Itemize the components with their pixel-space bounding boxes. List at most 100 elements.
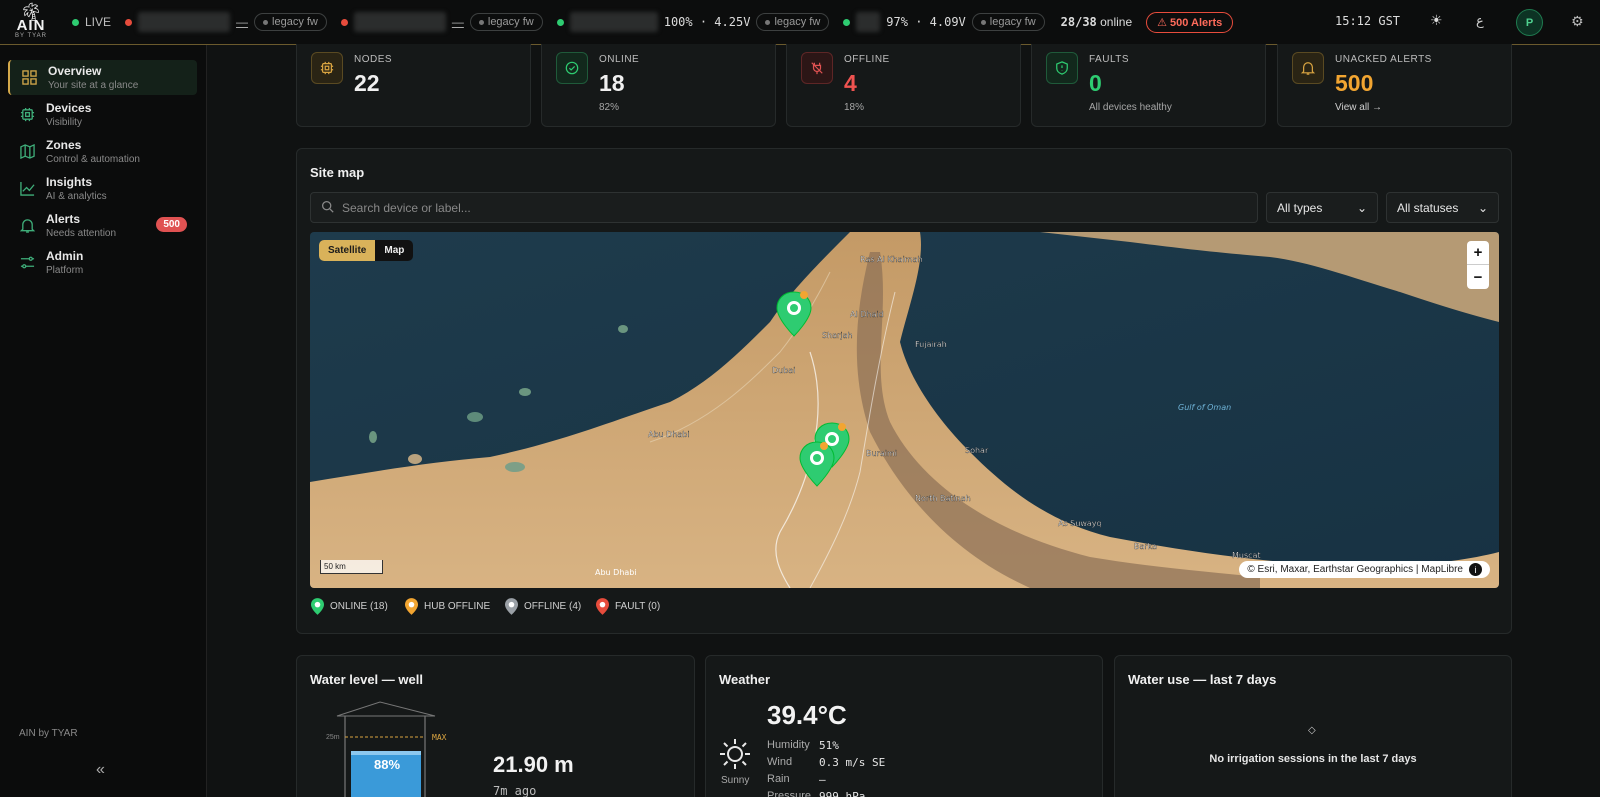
- search-placeholder: Search device or label...: [342, 200, 471, 215]
- stat-value: 4: [844, 70, 857, 96]
- theme-toggle-sun-icon[interactable]: ☀: [1430, 12, 1443, 29]
- sidebar-item-admin[interactable]: Admin Platform: [8, 245, 197, 280]
- wind-value: 0.3 m/s SE: [819, 756, 886, 769]
- legend-label: HUB OFFLINE: [424, 601, 491, 612]
- online-count: 28/38 online: [1061, 15, 1133, 29]
- legend-label: FAULT (0): [615, 601, 661, 612]
- water-use-title: Water use — last 7 days: [1128, 672, 1277, 687]
- legend-online: ONLINE (18): [311, 598, 388, 615]
- stat-title: FAULTS: [1089, 54, 1130, 65]
- water-level-updated: 7m ago: [493, 784, 537, 797]
- nav-label: Overview: [48, 63, 102, 78]
- status-filter-value: All statuses: [1397, 200, 1459, 215]
- map-place-label: North Batinah: [915, 494, 971, 503]
- wind-label: Wind: [767, 756, 793, 768]
- search-input[interactable]: Search device or label...: [310, 192, 1258, 223]
- sidebar-item-zones[interactable]: Zones Control & automation: [8, 134, 197, 169]
- stat-title: UNACKED ALERTS: [1335, 54, 1432, 65]
- humidity-value: 51%: [819, 739, 839, 752]
- language-toggle[interactable]: ع: [1476, 13, 1484, 29]
- view-all-alerts-link[interactable]: View all →: [1335, 102, 1382, 113]
- app-logo[interactable]: 🌴︎ AIN BY TYAR: [0, 0, 62, 45]
- clock: 15:12 GST: [1335, 14, 1401, 28]
- map-place-label: Muscat: [1232, 551, 1261, 560]
- status-dot-icon: [556, 18, 564, 26]
- humidity-label: Humidity: [767, 739, 810, 751]
- chart-icon: [8, 181, 46, 196]
- stat-card-unacked-alerts[interactable]: UNACKED ALERTS 500 View all →: [1277, 44, 1512, 127]
- map-place-label: As Suwayq: [1058, 519, 1102, 528]
- stat-card-offline[interactable]: OFFLINE 4 18%: [786, 44, 1021, 127]
- logo-subtitle: BY TYAR: [14, 33, 47, 39]
- type-filter-select[interactable]: All types ⌄: [1266, 192, 1378, 223]
- nav-sublabel: Visibility: [46, 116, 82, 128]
- stat-card-online[interactable]: ONLINE 18 82%: [541, 44, 776, 127]
- sidebar-item-devices[interactable]: Devices Visibility: [8, 97, 197, 132]
- map-sea-label: Gulf of Oman: [1178, 403, 1231, 412]
- sidebar-item-insights[interactable]: Insights AI & analytics: [8, 171, 197, 206]
- status-filter-select[interactable]: All statuses ⌄: [1386, 192, 1499, 223]
- weather-labels: Humidity Wind Rain Pressure: [767, 737, 811, 797]
- legend-hub-offline: HUB OFFLINE: [405, 598, 490, 615]
- info-icon[interactable]: i: [1469, 563, 1482, 576]
- online-count-value: 28/38: [1060, 15, 1097, 29]
- water-level-value: 21.90 m: [493, 752, 574, 777]
- stat-sub: 82%: [599, 102, 620, 113]
- live-indicator: LIVE: [72, 15, 111, 29]
- pressure-label: Pressure: [767, 790, 812, 797]
- device-chip[interactable]: 97% · 4.09V legacy fw: [843, 12, 1045, 32]
- pin-hub-offline-icon: [405, 598, 418, 615]
- sidebar-item-overview[interactable]: Overview Your site at a glance: [8, 60, 197, 95]
- top-bar: 🌴︎ AIN BY TYAR LIVE — legacy fw — legacy…: [0, 0, 1600, 45]
- map-scale-bar: 50 km: [320, 560, 383, 574]
- nav-label: Alerts: [46, 211, 81, 226]
- temperature: 39.4°C: [767, 700, 847, 730]
- search-icon: [321, 200, 334, 216]
- site-map-title: Site map: [310, 165, 365, 180]
- zoom-control: + −: [1467, 241, 1489, 289]
- shield-icon: [1046, 52, 1078, 84]
- stat-card-nodes[interactable]: NODES 22: [296, 44, 531, 127]
- alerts-button[interactable]: ⚠ 500 Alerts: [1146, 11, 1234, 33]
- settings-gear-icon[interactable]: ⚙: [1571, 13, 1584, 30]
- pressure-value: 999 hPa: [819, 790, 866, 797]
- logo-text: AIN: [16, 17, 46, 34]
- map-place-label: Fujairah: [915, 340, 947, 349]
- satellite-button[interactable]: Satellite: [319, 240, 376, 261]
- stat-card-faults[interactable]: FAULTS 0 All devices healthy: [1031, 44, 1266, 127]
- map-attribution[interactable]: © Esri, Maxar, Earthstar Geographics | M…: [1239, 561, 1490, 578]
- map-style-toggle: Satellite Map: [319, 240, 414, 261]
- map-place-label: Al Dhaid: [850, 310, 884, 319]
- sidebar-item-alerts[interactable]: Alerts Needs attention 500: [8, 208, 197, 243]
- device-chip[interactable]: — legacy fw: [340, 12, 543, 32]
- firmware-badge: legacy fw: [971, 13, 1045, 31]
- bell-icon: [1292, 52, 1324, 84]
- status-dot-icon: [843, 18, 851, 26]
- device-chip[interactable]: 100% · 4.25V legacy fw: [556, 12, 830, 32]
- tank-max-label: MAX: [432, 733, 447, 742]
- nav-label: Insights: [46, 174, 93, 189]
- live-dot-icon: [72, 18, 79, 26]
- status-dot-icon: [125, 18, 133, 26]
- firmware-badge: legacy fw: [756, 13, 830, 31]
- stat-sub: All devices healthy: [1089, 102, 1172, 113]
- sun-icon: [720, 739, 750, 769]
- map-place-label: Abu Dhabi: [648, 430, 690, 439]
- map-place-label: Buraimi: [866, 449, 897, 458]
- stat-value: 0: [1089, 70, 1102, 96]
- satellite-map[interactable]: Ras Al Khaimah Al Dhaid Sharjah Fujairah…: [310, 232, 1499, 588]
- zoom-out-button[interactable]: −: [1467, 265, 1489, 289]
- sidebar-footer: AIN by TYAR: [19, 728, 78, 739]
- device-chip[interactable]: — legacy fw: [125, 12, 327, 32]
- zoom-in-button[interactable]: +: [1467, 241, 1489, 265]
- live-label: LIVE: [85, 15, 112, 29]
- pin-online-icon: [311, 598, 324, 615]
- rain-value: —: [819, 773, 826, 786]
- map-imagery: Ras Al Khaimah Al Dhaid Sharjah Fujairah…: [310, 232, 1499, 588]
- collapse-sidebar-icon[interactable]: «: [96, 761, 105, 779]
- user-avatar[interactable]: P: [1516, 9, 1543, 36]
- map-button[interactable]: Map: [375, 240, 413, 261]
- alerts-count-badge: 500: [156, 217, 187, 232]
- stat-sub: 18%: [844, 102, 865, 113]
- stat-value: 18: [599, 70, 625, 96]
